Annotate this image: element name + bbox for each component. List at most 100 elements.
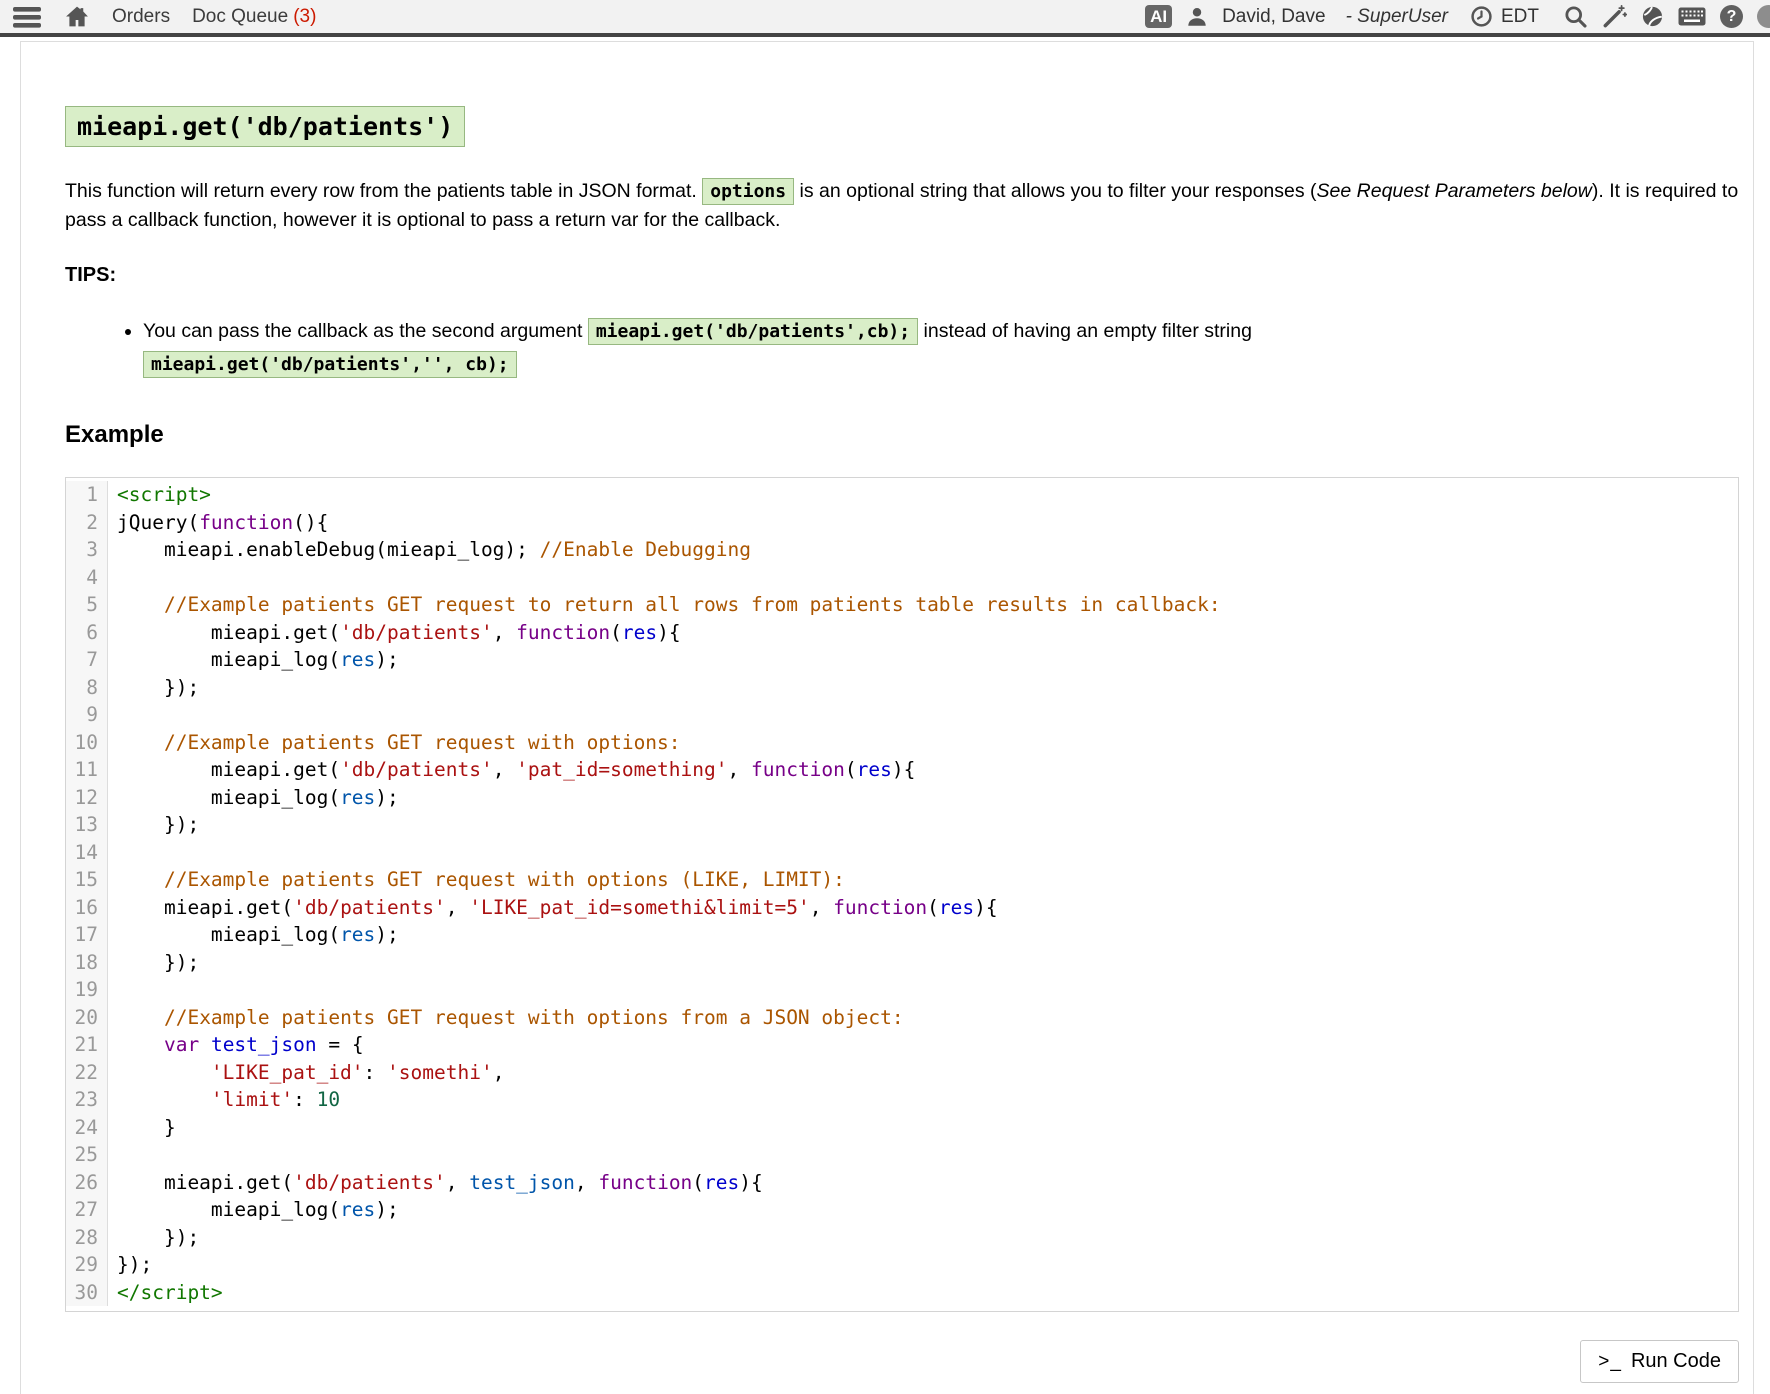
timezone-button[interactable] (1470, 5, 1493, 28)
line-number: 15 (66, 866, 108, 894)
code-line: 25 (66, 1141, 1738, 1169)
line-number: 28 (66, 1224, 108, 1252)
line-number: 9 (66, 701, 108, 729)
home-button[interactable] (64, 4, 90, 29)
timezone-label: EDT (1501, 6, 1539, 28)
code-line-text (108, 701, 129, 729)
line-number: 23 (66, 1086, 108, 1114)
line-number: 7 (66, 646, 108, 674)
question-mark-icon: ? (1727, 8, 1737, 26)
line-number: 3 (66, 536, 108, 564)
code-line-text: <script> (108, 481, 211, 509)
code-line: 22 'LIKE_pat_id': 'somethi', (66, 1059, 1738, 1087)
code-line-text (108, 564, 129, 592)
code-line: 6 mieapi.get('db/patients', function(res… (66, 619, 1738, 647)
code-line-text: }); (108, 1224, 199, 1252)
code-line-text: }); (108, 1251, 152, 1279)
line-number: 8 (66, 674, 108, 702)
line-number: 12 (66, 784, 108, 812)
code-line: 3 mieapi.enableDebug(mieapi_log); //Enab… (66, 536, 1738, 564)
code-line: 12 mieapi_log(res); (66, 784, 1738, 812)
code-line-text (108, 1141, 129, 1169)
code-line-text: mieapi.get('db/patients', function(res){ (108, 619, 681, 647)
line-number: 6 (66, 619, 108, 647)
code-editor[interactable]: 1<script>2jQuery(function(){3 mieapi.ena… (65, 477, 1739, 1312)
inline-code-options: options (702, 178, 794, 205)
search-button[interactable] (1563, 4, 1588, 29)
line-number: 2 (66, 509, 108, 537)
line-number: 10 (66, 729, 108, 757)
code-line: 16 mieapi.get('db/patients', 'LIKE_pat_i… (66, 894, 1738, 922)
code-line: 21 var test_json = { (66, 1031, 1738, 1059)
magic-wand-icon (1602, 4, 1627, 29)
code-line: 2jQuery(function(){ (66, 509, 1738, 537)
globe-button[interactable] (1641, 5, 1664, 28)
line-number: 17 (66, 921, 108, 949)
code-line: 28 }); (66, 1224, 1738, 1252)
intro-paragraph: This function will return every row from… (65, 177, 1745, 235)
breadcrumb-orders[interactable]: Orders (112, 6, 170, 28)
line-number: 20 (66, 1004, 108, 1032)
code-line: 18 }); (66, 949, 1738, 977)
line-number: 18 (66, 949, 108, 977)
code-line-text: //Example patients GET request to return… (108, 591, 1221, 619)
tip-item: You can pass the callback as the second … (143, 315, 1745, 381)
code-line-text: var test_json = { (108, 1031, 364, 1059)
line-number: 29 (66, 1251, 108, 1279)
code-line-text (108, 976, 129, 1004)
inline-code-get-empty-cb: mieapi.get('db/patients','', cb); (143, 351, 517, 378)
code-line: 5 //Example patients GET request to retu… (66, 591, 1738, 619)
hamburger-menu-button[interactable] (12, 5, 42, 29)
code-line: 30</script> (66, 1279, 1738, 1307)
code-line: 26 mieapi.get('db/patients', test_json, … (66, 1169, 1738, 1197)
home-icon (64, 4, 90, 29)
user-icon (1186, 6, 1208, 28)
line-number: 30 (66, 1279, 108, 1307)
code-line: 8 }); (66, 674, 1738, 702)
code-line-text: }); (108, 949, 199, 977)
code-line-text: jQuery(function(){ (108, 509, 328, 537)
code-line-text: }); (108, 674, 199, 702)
line-number: 19 (66, 976, 108, 1004)
code-line-text: 'LIKE_pat_id': 'somethi', (108, 1059, 504, 1087)
user-button[interactable] (1186, 6, 1208, 28)
code-line: 14 (66, 839, 1738, 867)
breadcrumb-doc-queue[interactable]: Doc Queue(3) (192, 6, 316, 28)
italic-reference: See Request Parameters below (1317, 180, 1592, 202)
line-number: 25 (66, 1141, 108, 1169)
code-line: 7 mieapi_log(res); (66, 646, 1738, 674)
line-number: 24 (66, 1114, 108, 1142)
user-role: - SuperUser (1346, 6, 1448, 28)
clock-icon (1470, 5, 1493, 28)
cut-off-icon[interactable] (1757, 5, 1770, 28)
code-line-text: }); (108, 811, 199, 839)
code-line-text: </script> (108, 1279, 223, 1307)
code-line-text (108, 839, 129, 867)
example-heading: Example (65, 421, 1745, 449)
code-line-text: mieapi.get('db/patients', 'pat_id=someth… (108, 756, 915, 784)
code-line-text: //Example patients GET request with opti… (108, 866, 845, 894)
code-line: 17 mieapi_log(res); (66, 921, 1738, 949)
magic-wand-button[interactable] (1602, 4, 1627, 29)
code-line: 10 //Example patients GET request with o… (66, 729, 1738, 757)
code-line-text: mieapi.get('db/patients', 'LIKE_pat_id=s… (108, 894, 998, 922)
run-code-button[interactable]: >_Run Code (1580, 1340, 1739, 1383)
code-line: 29}); (66, 1251, 1738, 1279)
line-number: 26 (66, 1169, 108, 1197)
code-line-text: 'limit': 10 (108, 1086, 340, 1114)
code-line-text: //Example patients GET request with opti… (108, 729, 681, 757)
keyboard-icon (1678, 7, 1706, 26)
help-button[interactable]: ? (1720, 5, 1743, 28)
code-line: 11 mieapi.get('db/patients', 'pat_id=som… (66, 756, 1738, 784)
code-line-text: mieapi_log(res); (108, 784, 399, 812)
line-number: 5 (66, 591, 108, 619)
code-line: 9 (66, 701, 1738, 729)
line-number: 14 (66, 839, 108, 867)
run-row: >_Run Code (65, 1340, 1739, 1383)
globe-icon (1641, 5, 1664, 28)
line-number: 27 (66, 1196, 108, 1224)
code-line-text: mieapi.enableDebug(mieapi_log); //Enable… (108, 536, 751, 564)
line-number: 16 (66, 894, 108, 922)
keyboard-button[interactable] (1678, 7, 1706, 26)
ai-badge[interactable]: AI (1145, 5, 1172, 28)
